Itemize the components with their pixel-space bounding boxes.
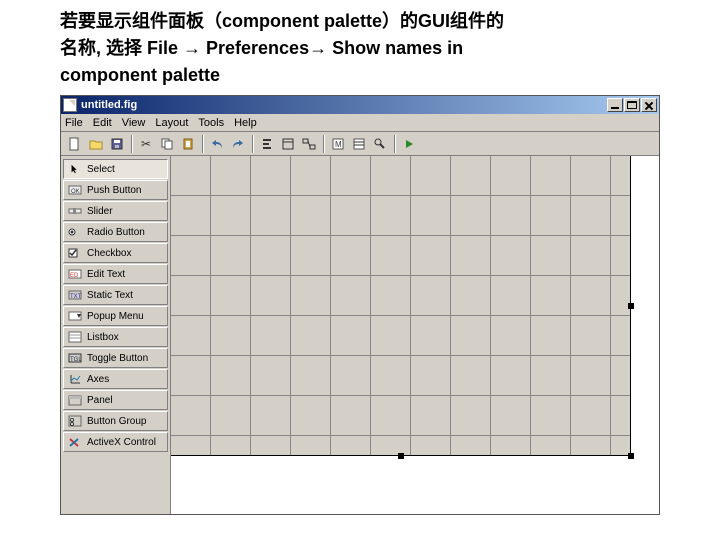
- align-button[interactable]: [257, 134, 277, 154]
- popup-icon: [67, 309, 83, 323]
- menu-view[interactable]: View: [122, 117, 146, 129]
- close-button[interactable]: [641, 98, 657, 112]
- paste-button[interactable]: [178, 134, 198, 154]
- menu-tools[interactable]: Tools: [198, 117, 224, 129]
- property-inspector-button[interactable]: [349, 134, 369, 154]
- palette-label: Toggle Button: [87, 353, 148, 364]
- run-button[interactable]: [399, 134, 419, 154]
- palette-panel[interactable]: Panel: [63, 390, 168, 410]
- svg-text:OK: OK: [71, 189, 80, 195]
- menu-help[interactable]: Help: [234, 117, 257, 129]
- palette-checkbox[interactable]: Checkbox: [63, 243, 168, 263]
- caption-line1: 若要显示组件面板（component palette）的GUI组件的: [60, 11, 504, 31]
- slider-icon: [67, 204, 83, 218]
- palette-activex[interactable]: ActiveX Control: [63, 432, 168, 452]
- object-browser-button[interactable]: [370, 134, 390, 154]
- radio-icon: [67, 225, 83, 239]
- canvas-area[interactable]: [171, 156, 659, 514]
- cursor-icon: [67, 162, 83, 176]
- palette-toggle-button[interactable]: TGL Toggle Button: [63, 348, 168, 368]
- menubar: File Edit View Layout Tools Help: [61, 114, 659, 132]
- resize-handle-right[interactable]: [628, 303, 634, 309]
- save-button[interactable]: [107, 134, 127, 154]
- menu-layout[interactable]: Layout: [155, 117, 188, 129]
- svg-text:TGL: TGL: [70, 357, 82, 363]
- push-button-icon: OK: [67, 183, 83, 197]
- toolbar-separator: [323, 135, 324, 153]
- menu-edit[interactable]: Edit: [93, 117, 112, 129]
- component-palette: Select OK Push Button Slider Radio Butto…: [61, 156, 171, 514]
- palette-radio-button[interactable]: Radio Button: [63, 222, 168, 242]
- palette-label: Listbox: [87, 332, 119, 343]
- mfile-editor-button[interactable]: M: [328, 134, 348, 154]
- app-body: Select OK Push Button Slider Radio Butto…: [61, 156, 659, 514]
- toolbar-separator: [202, 135, 203, 153]
- menu-editor-button[interactable]: [278, 134, 298, 154]
- palette-label: Select: [87, 164, 115, 175]
- palette-label: Axes: [87, 374, 109, 385]
- tab-order-button[interactable]: [299, 134, 319, 154]
- undo-button[interactable]: [207, 134, 227, 154]
- copy-button[interactable]: [157, 134, 177, 154]
- palette-label: Slider: [87, 206, 113, 217]
- toolbar-separator: [131, 135, 132, 153]
- window-buttons: [607, 98, 657, 112]
- palette-listbox[interactable]: Listbox: [63, 327, 168, 347]
- palette-push-button[interactable]: OK Push Button: [63, 180, 168, 200]
- palette-label: Popup Menu: [87, 311, 144, 322]
- titlebar[interactable]: untitled.fig: [61, 96, 659, 114]
- palette-label: Button Group: [87, 416, 146, 427]
- palette-slider[interactable]: Slider: [63, 201, 168, 221]
- open-button[interactable]: [86, 134, 106, 154]
- new-button[interactable]: [65, 134, 85, 154]
- guide-window: untitled.fig File Edit View Layout Tools…: [60, 95, 660, 515]
- palette-label: Edit Text: [87, 269, 125, 280]
- checkbox-icon: [67, 246, 83, 260]
- palette-popup-menu[interactable]: Popup Menu: [63, 306, 168, 326]
- resize-handle-bottom[interactable]: [398, 453, 404, 459]
- caption-line2: 名称, 选择 File → Preferences→ Show names in: [60, 38, 463, 58]
- menu-file[interactable]: File: [65, 117, 83, 129]
- palette-label: Panel: [87, 395, 113, 406]
- instruction-caption: 若要显示组件面板（component palette）的GUI组件的 名称, 选…: [0, 0, 720, 93]
- svg-text:M: M: [335, 140, 342, 149]
- edit-text-icon: ED: [67, 267, 83, 281]
- static-text-icon: TXT: [67, 288, 83, 302]
- toolbar-separator: [252, 135, 253, 153]
- toolbar-separator: [394, 135, 395, 153]
- axes-icon: [67, 372, 83, 386]
- panel-icon: [67, 393, 83, 407]
- palette-label: Radio Button: [87, 227, 145, 238]
- palette-label: ActiveX Control: [87, 437, 156, 448]
- svg-text:TXT: TXT: [70, 294, 82, 300]
- minimize-button[interactable]: [607, 98, 623, 112]
- figure-grid[interactable]: [171, 156, 631, 456]
- palette-axes[interactable]: Axes: [63, 369, 168, 389]
- palette-edit-text[interactable]: ED Edit Text: [63, 264, 168, 284]
- palette-label: Static Text: [87, 290, 133, 301]
- resize-handle-corner[interactable]: [628, 453, 634, 459]
- cut-button[interactable]: ✂: [136, 134, 156, 154]
- palette-button-group[interactable]: Button Group: [63, 411, 168, 431]
- document-icon: [63, 98, 77, 112]
- palette-select[interactable]: Select: [63, 159, 168, 179]
- toggle-icon: TGL: [67, 351, 83, 365]
- redo-button[interactable]: [228, 134, 248, 154]
- activex-icon: [67, 435, 83, 449]
- svg-text:ED: ED: [70, 273, 79, 279]
- window-title: untitled.fig: [81, 99, 607, 111]
- palette-static-text[interactable]: TXT Static Text: [63, 285, 168, 305]
- palette-label: Checkbox: [87, 248, 131, 259]
- toolbar: ✂ M: [61, 132, 659, 156]
- button-group-icon: [67, 414, 83, 428]
- palette-label: Push Button: [87, 185, 141, 196]
- caption-line3: component palette: [60, 65, 220, 85]
- listbox-icon: [67, 330, 83, 344]
- maximize-button[interactable]: [624, 98, 640, 112]
